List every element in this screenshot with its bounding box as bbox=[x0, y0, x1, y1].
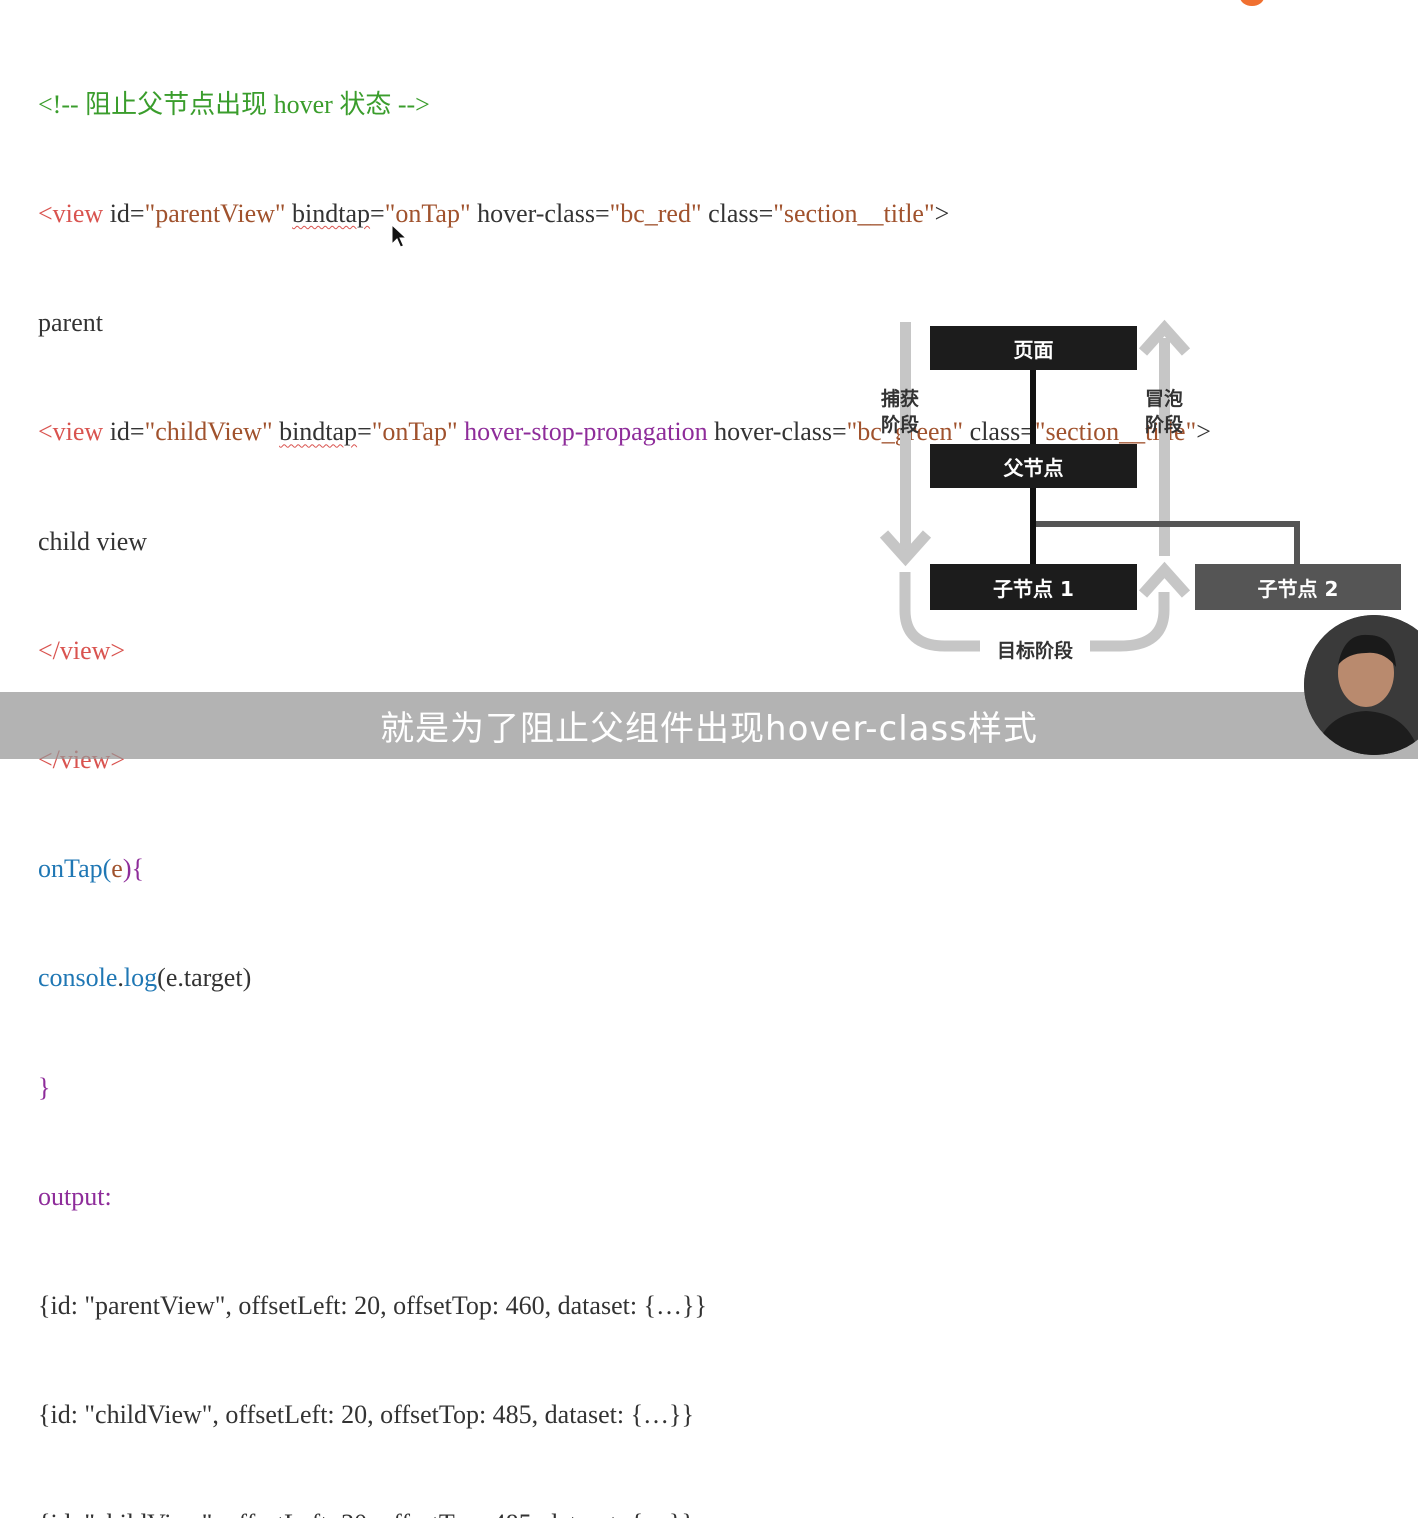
code-line-console: console.log(e.target) bbox=[38, 960, 1211, 996]
target-phase-label: 目标阶段 bbox=[980, 638, 1090, 664]
attr-id: id= bbox=[103, 417, 145, 447]
node-child-1: 子节点 1 bbox=[930, 564, 1137, 610]
code-comment: <!-- 阻止父节点出现 hover 状态 --> bbox=[38, 89, 430, 119]
target-arrow-head bbox=[1138, 561, 1191, 598]
val-id: "parentView" bbox=[144, 199, 286, 229]
code-line-ontap: onTap(e){ bbox=[38, 851, 1211, 887]
logo-mark bbox=[1240, 0, 1264, 6]
attr-bindtap: bindtap bbox=[292, 199, 371, 229]
code-line-parent-view: <view id="parentView" bindtap="onTap" ho… bbox=[38, 196, 1211, 232]
capture-phase-label: 捕获 阶段 bbox=[870, 386, 930, 438]
tag-close: > bbox=[934, 199, 950, 229]
fn-arg: e bbox=[111, 854, 123, 884]
bubble-label-line-1: 冒泡 bbox=[1144, 388, 1183, 410]
output-line-1: {id: "parentView", offsetLeft: 20, offse… bbox=[38, 1291, 707, 1321]
eq: = bbox=[370, 199, 385, 229]
mouse-cursor-icon bbox=[391, 224, 408, 248]
attr-hover-class: hover-class= bbox=[707, 417, 847, 447]
tag-open: <view bbox=[38, 199, 104, 229]
code-line-close-brace: } bbox=[38, 1072, 51, 1102]
attr-bindtap: bindtap bbox=[279, 417, 358, 447]
output-line-2: {id: "childView", offsetLeft: 20, offset… bbox=[38, 1400, 695, 1430]
eq: = bbox=[357, 417, 372, 447]
console-args: (e.target) bbox=[157, 963, 252, 993]
tag-open: <view bbox=[38, 417, 104, 447]
val-id: "childView" bbox=[144, 417, 273, 447]
console-obj: console bbox=[38, 963, 118, 993]
output-line-3: {id: "childView", offsetLeft: 20, offset… bbox=[38, 1506, 1211, 1518]
attr-id: id= bbox=[103, 199, 145, 229]
node-parent: 父节点 bbox=[930, 444, 1137, 488]
connector-page-parent bbox=[1030, 370, 1036, 444]
capture-label-line-1: 捕获 bbox=[880, 388, 919, 410]
fn-ontap: onTap( bbox=[38, 854, 112, 884]
console-method: log bbox=[123, 963, 158, 993]
node-page: 页面 bbox=[930, 326, 1137, 370]
subtitle-bar: 就是为了阻止父组件出现hover-class样式 bbox=[0, 692, 1418, 759]
attr-class: class= bbox=[701, 199, 774, 229]
code-block: <!-- 阻止父节点出现 hover 状态 --> <view id="pare… bbox=[38, 14, 1211, 1518]
code-line-output-label: output: bbox=[38, 1181, 112, 1211]
bubble-phase-label: 冒泡 阶段 bbox=[1134, 386, 1194, 438]
fn-rest: ){ bbox=[122, 854, 144, 884]
subtitle-text: 就是为了阻止父组件出现hover-class样式 bbox=[380, 709, 1038, 749]
val-hover-class: "bc_red" bbox=[609, 199, 702, 229]
bubble-label-line-2: 阶段 bbox=[1144, 414, 1183, 436]
attr-hover-class: hover-class= bbox=[470, 199, 610, 229]
val-bindtap: "onTap" bbox=[371, 417, 458, 447]
capture-label-line-2: 阶段 bbox=[880, 414, 919, 436]
attr-hover-stop-propagation: hover-stop-propagation bbox=[457, 417, 708, 447]
node-child-2: 子节点 2 bbox=[1195, 564, 1401, 610]
val-class: "section__title" bbox=[773, 199, 935, 229]
connector-parent-child1 bbox=[1030, 488, 1036, 564]
